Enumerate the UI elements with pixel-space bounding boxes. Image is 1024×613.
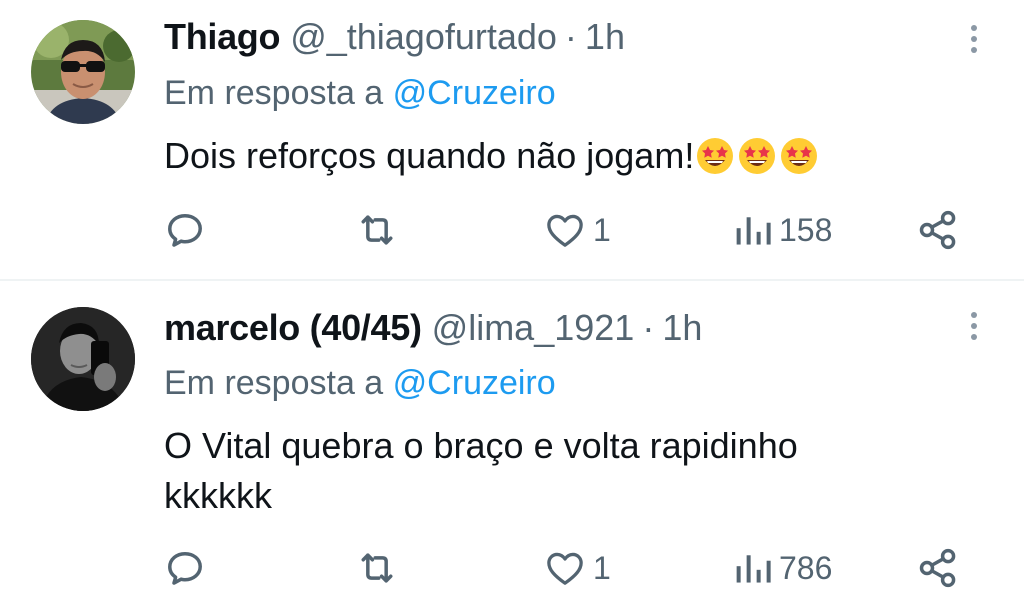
- speech-bubble-icon: [168, 213, 202, 247]
- share-button[interactable]: [916, 206, 960, 254]
- bar-chart-icon: [736, 217, 771, 245]
- retweet-button[interactable]: [355, 206, 405, 254]
- retweet-arrows-icon: [361, 553, 393, 583]
- tweet-thiago[interactable]: Thiago @_thiagofurtado · 1h Em resposta …: [0, 0, 1024, 280]
- more-options-icon[interactable]: [964, 309, 984, 349]
- view-count: 158: [779, 211, 833, 248]
- reply-prefix: Em resposta a: [164, 364, 384, 402]
- tweet-marcelo[interactable]: marcelo (40/45) @lima_1921 · 1h Em respo…: [0, 281, 1024, 613]
- reply-context: Em resposta a @Cruzeiro: [164, 364, 556, 403]
- reply-prefix: Em resposta a: [164, 74, 384, 112]
- retweet-arrows-icon: [361, 215, 393, 245]
- reply-button[interactable]: [163, 544, 213, 592]
- tweet-actions: 1 786: [0, 544, 1024, 592]
- timestamp[interactable]: 1h: [585, 16, 625, 58]
- separator-dot: ·: [642, 307, 655, 348]
- share-button[interactable]: [916, 544, 960, 592]
- star-struck-emoji-icon: [781, 138, 818, 174]
- bar-chart-icon: [736, 555, 771, 583]
- timestamp[interactable]: 1h: [662, 307, 702, 349]
- avatar[interactable]: [31, 307, 135, 411]
- speech-bubble-icon: [168, 551, 202, 585]
- tweet-text-content: Dois reforços quando não jogam!: [164, 135, 695, 176]
- heart-outline-icon: [547, 552, 583, 585]
- tweet-header: Thiago @_thiagofurtado · 1h: [164, 16, 944, 60]
- retweet-button[interactable]: [355, 544, 405, 592]
- share-nodes-icon: [919, 210, 956, 250]
- tweet-text: O Vital quebra o braço e volta rapidinho…: [164, 421, 924, 521]
- like-count: 1: [593, 211, 611, 248]
- share-nodes-icon: [919, 548, 956, 588]
- like-button[interactable]: 1: [543, 544, 611, 592]
- user-handle[interactable]: @lima_1921: [432, 307, 635, 349]
- reply-mention-link[interactable]: @Cruzeiro: [393, 74, 556, 112]
- tweet-header: marcelo (40/45) @lima_1921 · 1h: [164, 307, 944, 351]
- star-struck-emoji-icon: [739, 138, 776, 174]
- tweet-text-line: O Vital quebra o braço e volta rapidinho: [164, 425, 798, 466]
- views-button[interactable]: 158: [733, 206, 832, 254]
- like-count: 1: [593, 549, 611, 586]
- tweet-actions: 1 158: [0, 206, 1024, 254]
- like-button[interactable]: 1: [543, 206, 611, 254]
- tweet-text: Dois reforços quando não jogam!: [164, 131, 924, 188]
- views-button[interactable]: 786: [733, 544, 832, 592]
- display-name[interactable]: Thiago: [164, 16, 280, 58]
- reply-button[interactable]: [163, 206, 213, 254]
- display-name[interactable]: marcelo (40/45): [164, 307, 422, 349]
- tweet-text-line: Dois reforços quando não jogam!: [164, 131, 924, 188]
- separator-dot: ·: [564, 16, 577, 57]
- heart-outline-icon: [547, 214, 583, 247]
- star-struck-emoji-icon: [697, 138, 734, 174]
- tweet-text-line: kkkkkk: [164, 475, 272, 516]
- avatar[interactable]: [31, 20, 135, 124]
- user-handle[interactable]: @_thiagofurtado: [290, 16, 557, 58]
- reply-context: Em resposta a @Cruzeiro: [164, 74, 556, 113]
- more-options-icon[interactable]: [964, 22, 984, 62]
- reply-mention-link[interactable]: @Cruzeiro: [393, 364, 556, 402]
- emoji-row: [696, 137, 822, 188]
- view-count: 786: [779, 549, 833, 586]
